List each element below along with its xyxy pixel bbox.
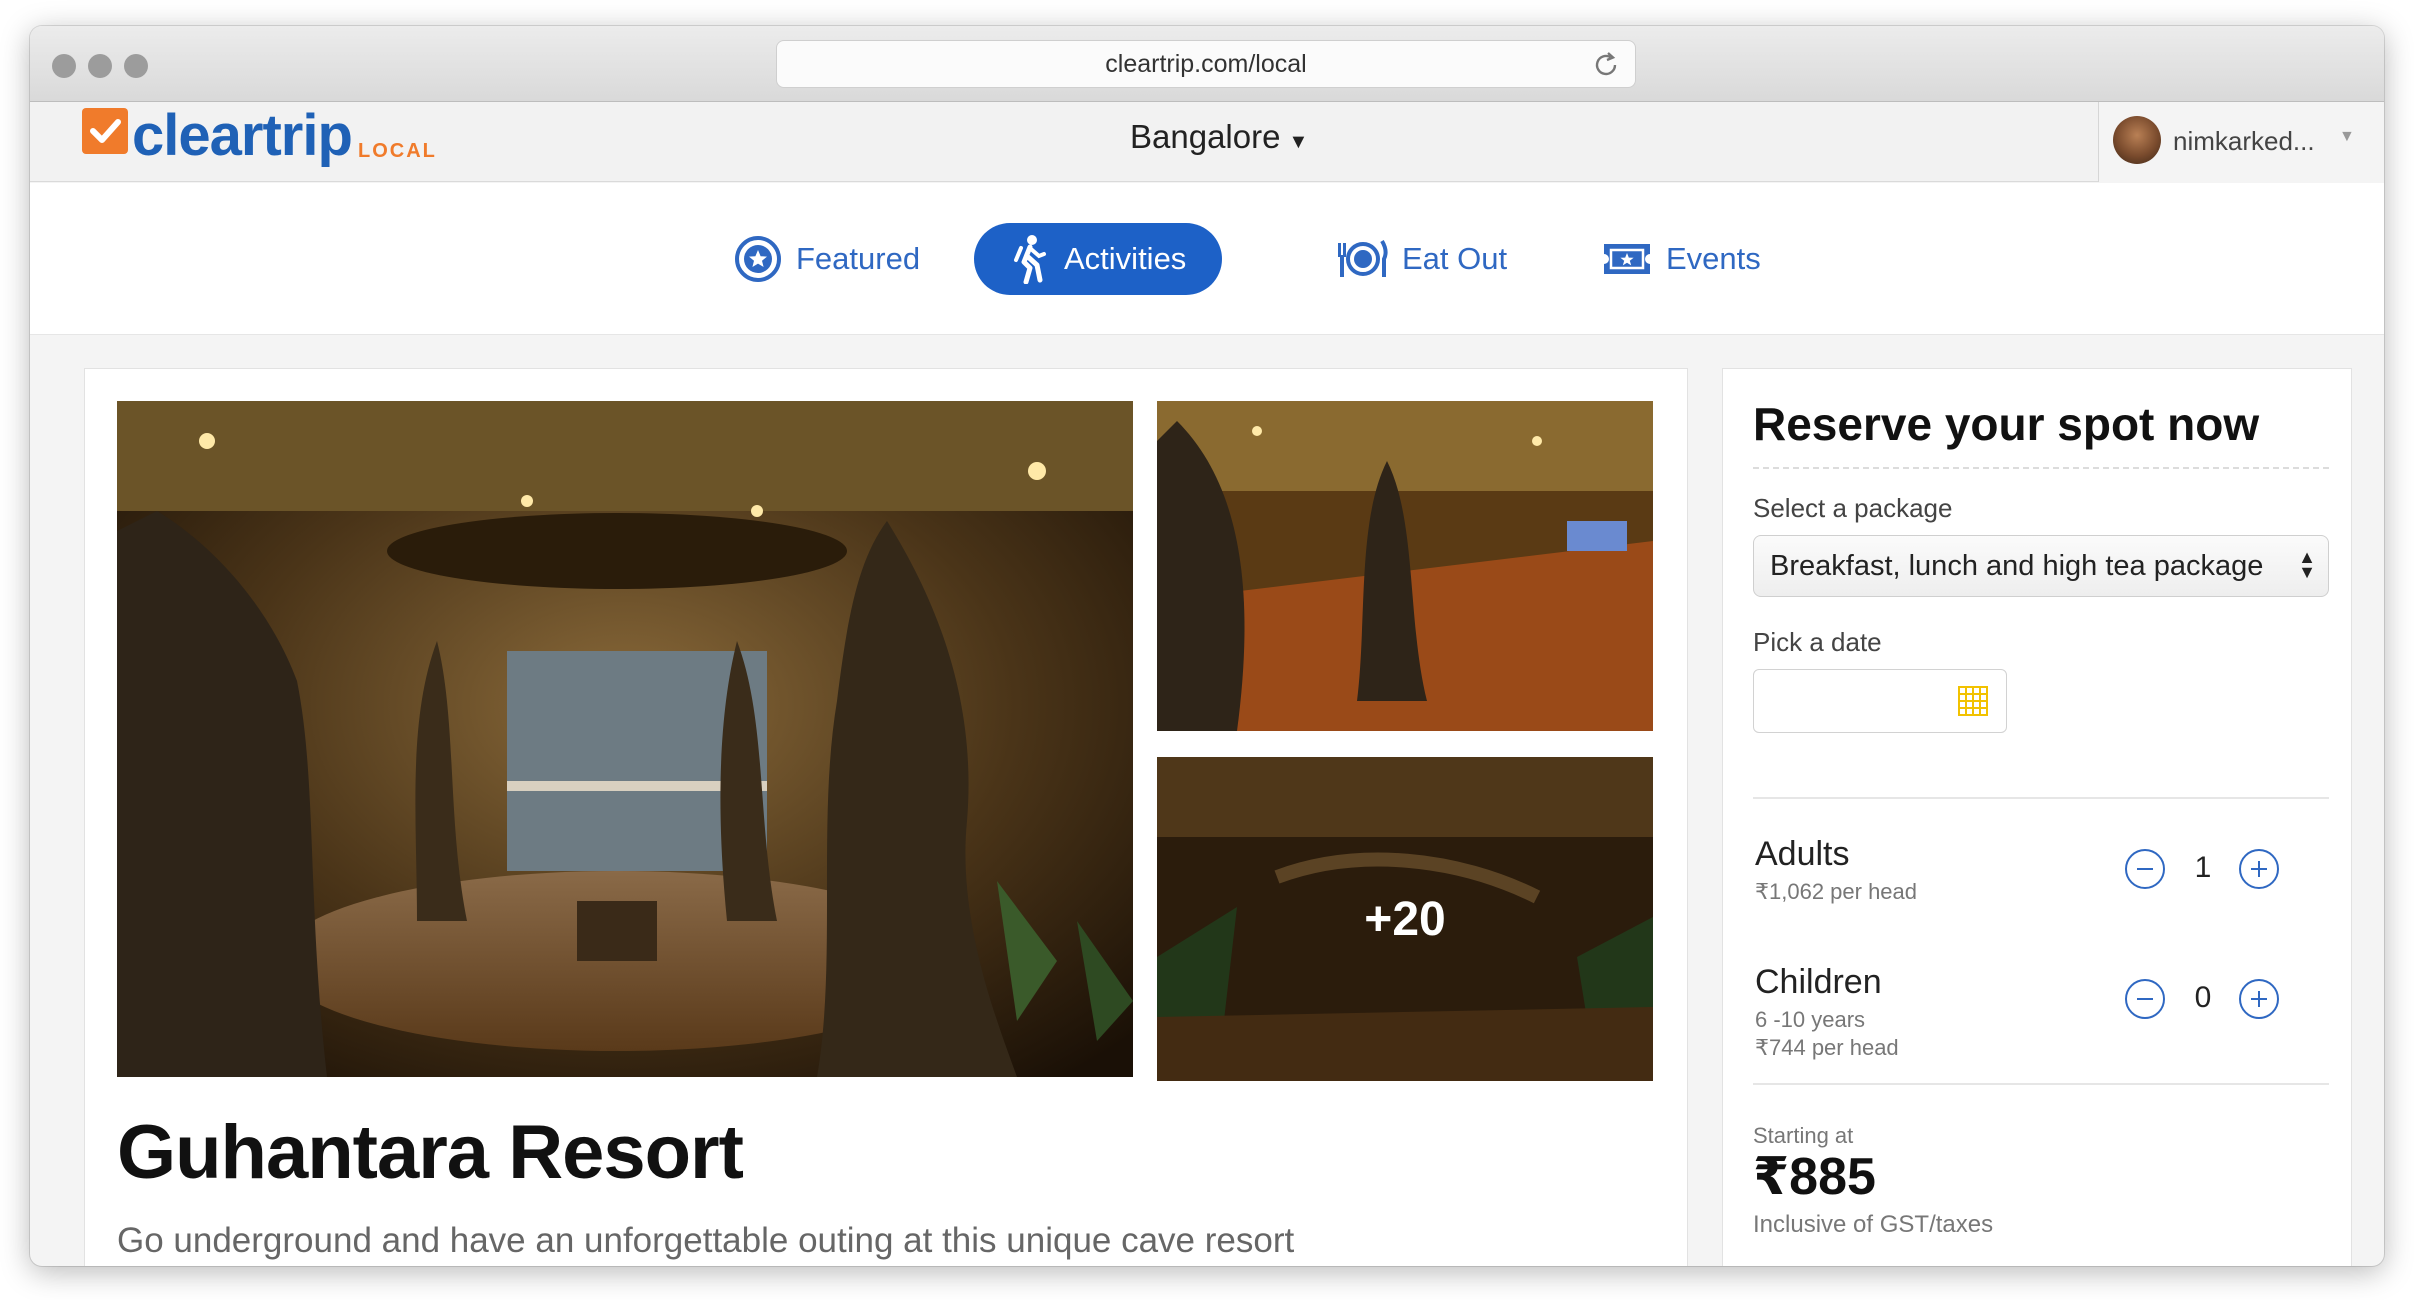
children-decrement-button[interactable] bbox=[2125, 979, 2165, 1019]
city-selector[interactable]: Bangalore ▼ bbox=[1130, 118, 1308, 156]
caret-down-icon: ▼ bbox=[1288, 131, 1309, 153]
divider bbox=[1753, 467, 2329, 469]
tab-eat-out[interactable]: Eat Out bbox=[1300, 223, 1543, 295]
listing-subtitle: Go underground and have an unforgettable… bbox=[117, 1221, 1295, 1260]
close-window-button[interactable] bbox=[52, 54, 76, 78]
package-selected-value: Breakfast, lunch and high tea package bbox=[1770, 550, 2264, 582]
listing-card: +20 Guhantara Resort Go underground and … bbox=[84, 368, 1688, 1266]
user-name: nimkarked... bbox=[2173, 126, 2315, 156]
calendar-icon[interactable] bbox=[1958, 686, 1988, 716]
adults-price-note: ₹1,062 per head bbox=[1755, 879, 1918, 904]
ticket-icon bbox=[1604, 244, 1650, 274]
logo-check-icon bbox=[82, 108, 128, 154]
divider bbox=[1753, 1083, 2329, 1085]
star-badge-icon bbox=[735, 236, 781, 282]
starting-at-label: Starting at bbox=[1753, 1123, 1854, 1148]
minus-icon bbox=[2137, 868, 2153, 870]
package-label: Select a package bbox=[1753, 493, 1953, 523]
logo-suffix: LOCAL bbox=[358, 140, 437, 162]
avatar bbox=[2113, 116, 2161, 164]
main-photo[interactable] bbox=[117, 401, 1133, 1077]
site-header: cleartrip LOCAL Bangalore ▼ nimkarked... … bbox=[30, 102, 2384, 182]
tab-events[interactable]: Events bbox=[1566, 223, 1797, 295]
plate-cutlery-icon bbox=[1338, 239, 1388, 277]
minus-icon bbox=[2137, 998, 2153, 1000]
listing-title: Guhantara Resort bbox=[117, 1110, 744, 1195]
starting-price: ₹885 bbox=[1753, 1148, 1876, 1206]
zoom-window-button[interactable] bbox=[124, 54, 148, 78]
tab-activities[interactable]: Activities bbox=[974, 223, 1223, 295]
city-name: Bangalore bbox=[1130, 118, 1281, 155]
gallery-more-photos[interactable]: +20 bbox=[1157, 757, 1653, 1081]
tab-featured-label: Featured bbox=[796, 241, 921, 276]
adults-title: Adults bbox=[1755, 835, 1850, 873]
tab-events-label: Events bbox=[1666, 241, 1761, 276]
user-menu[interactable]: nimkarked... ▼ bbox=[2098, 102, 2384, 182]
children-count: 0 bbox=[2194, 981, 2212, 1014]
logo-wordmark: cleartrip bbox=[132, 103, 353, 168]
adults-decrement-button[interactable] bbox=[2125, 849, 2165, 889]
adults-increment-button[interactable] bbox=[2239, 849, 2279, 889]
browser-toolbar: cleartrip.com/local bbox=[30, 26, 2384, 102]
reserve-title: Reserve your spot now bbox=[1753, 398, 2260, 450]
children-title: Children bbox=[1755, 963, 1882, 1001]
address-bar[interactable]: cleartrip.com/local bbox=[776, 40, 1636, 88]
browser-window: cleartrip.com/local cleartrip LOCAL Bang… bbox=[30, 26, 2384, 1266]
date-label: Pick a date bbox=[1753, 627, 1882, 657]
children-increment-button[interactable] bbox=[2239, 979, 2279, 1019]
chevron-down-icon: ▼ bbox=[2339, 128, 2355, 145]
more-photos-count: +20 bbox=[1157, 757, 1653, 1081]
package-select[interactable]: Breakfast, lunch and high tea package ▲ ▼ bbox=[1753, 535, 2329, 597]
children-age-note: 6 -10 years bbox=[1755, 1007, 1866, 1032]
gallery-photo[interactable] bbox=[1157, 401, 1653, 731]
divider bbox=[1753, 797, 2329, 799]
category-nav: Featured Activities Eat Out Events bbox=[30, 183, 2384, 335]
minimize-window-button[interactable] bbox=[88, 54, 112, 78]
reserve-panel: Reserve your spot now Select a package B… bbox=[1722, 368, 2352, 1266]
url-text: cleartrip.com/local bbox=[1105, 50, 1307, 78]
tax-note: Inclusive of GST/taxes bbox=[1753, 1211, 1994, 1238]
tab-activities-label: Activities bbox=[1064, 241, 1187, 276]
date-picker-input[interactable] bbox=[1753, 669, 2007, 733]
children-price-note: ₹744 per head bbox=[1755, 1035, 1899, 1060]
tab-eat-out-label: Eat Out bbox=[1402, 241, 1508, 276]
tab-featured[interactable]: Featured bbox=[698, 223, 956, 295]
select-arrows-icon: ▲ ▼ bbox=[2298, 547, 2316, 582]
adults-count: 1 bbox=[2194, 851, 2212, 884]
hiker-icon bbox=[1014, 235, 1046, 284]
reload-icon[interactable] bbox=[1591, 50, 1621, 80]
